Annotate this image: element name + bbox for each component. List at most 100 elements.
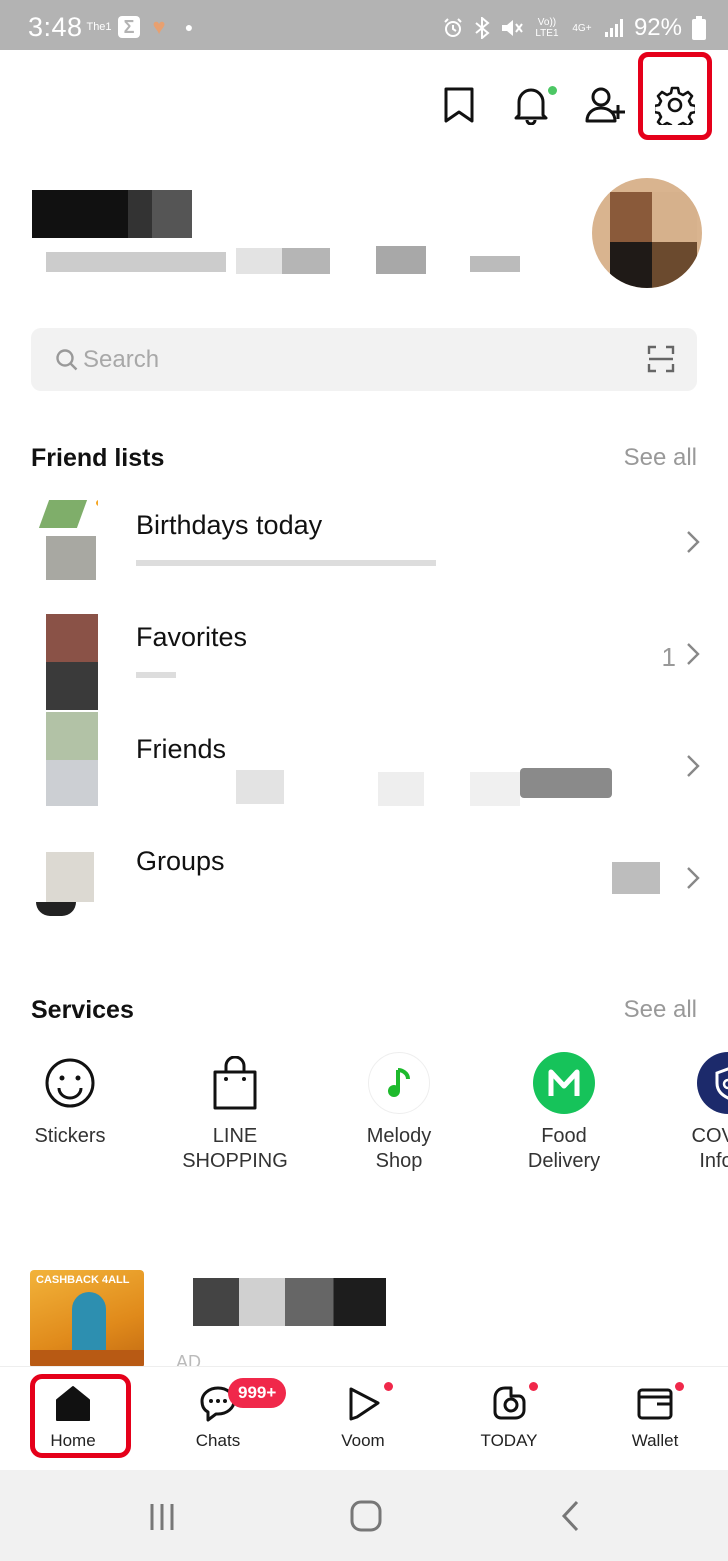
back-chevron-icon	[561, 1500, 579, 1532]
today-icon	[487, 1381, 531, 1425]
friend-list-label: Friends	[136, 734, 227, 764]
nav-label: Chats	[195, 1431, 241, 1450]
service-line-shopping[interactable]: LINE SHOPPING	[170, 1052, 300, 1174]
nav-label: Voom	[341, 1431, 385, 1450]
ad-banner[interactable]: CASHBACK 4ALL AD	[0, 1268, 728, 1368]
services-title: Services	[31, 996, 134, 1024]
signal-icon	[604, 18, 624, 38]
service-melody-shop[interactable]: Melody Shop	[334, 1052, 464, 1174]
smiley-icon	[39, 1052, 101, 1114]
search-icon	[56, 349, 78, 371]
status-time: 3:48	[28, 12, 83, 42]
friend-list-item-groups[interactable]: Groups	[0, 824, 728, 932]
chevron-right-icon	[687, 755, 700, 777]
bell-icon	[514, 88, 548, 125]
bluetooth-icon	[474, 17, 490, 39]
service-label: Food Delivery	[527, 1125, 601, 1172]
notification-dot	[548, 86, 557, 95]
add-friend-button[interactable]	[580, 80, 630, 130]
mute-icon	[500, 17, 524, 39]
chats-unread-badge: 999+	[228, 1378, 287, 1408]
friend-lists-title: Friend lists	[31, 444, 165, 472]
bookmark-button[interactable]	[434, 80, 484, 130]
system-navigation-bar	[0, 1470, 728, 1561]
redact-block	[376, 246, 426, 274]
friend-list-item-birthdays[interactable]: Birthdays today	[0, 488, 728, 596]
profile-avatar[interactable]	[592, 178, 702, 288]
add-friend-icon	[585, 87, 625, 123]
nav-wallet[interactable]: Wallet	[605, 1381, 705, 1451]
home-highlight-box	[30, 1374, 131, 1458]
search-input[interactable]	[83, 342, 643, 378]
search-bar[interactable]	[31, 328, 697, 391]
today-new-dot	[529, 1382, 538, 1391]
nav-label: Wallet	[631, 1431, 679, 1450]
service-label: LINE SHOPPING	[182, 1125, 288, 1172]
ad-title-redacted	[176, 1278, 386, 1326]
service-stickers[interactable]: Stickers	[5, 1052, 135, 1149]
friend-list-subtext-redacted	[136, 662, 596, 680]
wallet-new-dot	[675, 1382, 684, 1391]
profile-name-redacted[interactable]	[32, 190, 192, 238]
nav-today[interactable]: TODAY	[459, 1381, 559, 1451]
notification-icons: The1 Σ ♥ ●	[86, 14, 200, 39]
friends-thumbnail	[32, 712, 98, 806]
chevron-right-icon	[687, 867, 700, 889]
shopping-bag-icon	[204, 1052, 266, 1114]
voom-new-dot	[384, 1382, 393, 1391]
ad-image: CASHBACK 4ALL	[30, 1270, 144, 1368]
nav-voom[interactable]: Voom	[313, 1381, 413, 1451]
recent-apps-icon	[150, 1504, 174, 1530]
alarm-icon	[442, 17, 464, 39]
home-system-button[interactable]	[346, 1496, 386, 1536]
birthday-thumbnail	[32, 500, 98, 580]
battery-icon	[692, 16, 706, 40]
qr-scan-icon[interactable]	[647, 345, 675, 373]
network-gen-label: 4G+	[572, 22, 592, 34]
redact-block	[282, 248, 330, 274]
friend-list-label: Birthdays today	[136, 510, 323, 540]
friend-list-label: Groups	[136, 846, 225, 876]
service-food-delivery[interactable]: Food Delivery	[499, 1052, 629, 1174]
nav-label: TODAY	[480, 1431, 538, 1450]
app-notification-icon: The1	[86, 21, 112, 33]
friend-lists-see-all[interactable]: See all	[624, 444, 697, 472]
play-icon	[341, 1381, 385, 1425]
status-bar: 3:48 The1 Σ ♥ ● Vo)) LTE1 4G+ 92%	[0, 0, 728, 50]
redact-block	[46, 252, 226, 272]
groups-thumbnail	[32, 852, 98, 916]
friend-list-count: 1	[661, 642, 676, 672]
volte-label: Vo)) LTE1	[535, 17, 559, 39]
services-row: Stickers LINE SHOPPING Melody Shop Food …	[0, 1052, 728, 1192]
friend-list-label: Favorites	[136, 622, 248, 652]
friend-list-item-friends[interactable]: Friends	[0, 712, 728, 820]
dot-icon: ●	[184, 19, 194, 35]
shield-icon	[697, 1052, 728, 1114]
redact-block	[470, 256, 520, 272]
status-right: Vo)) LTE1 4G+ 92%	[442, 14, 706, 42]
notifications-button[interactable]	[506, 80, 557, 130]
settings-highlight-box	[638, 52, 712, 140]
favorites-thumbnail	[32, 614, 98, 710]
top-actions	[0, 70, 728, 140]
chevron-right-icon	[687, 531, 700, 553]
chevron-right-icon	[687, 643, 700, 665]
bookmark-icon	[444, 87, 474, 123]
service-covid-info[interactable]: COVI Info	[664, 1052, 728, 1174]
heart-icon: ♥	[152, 14, 166, 39]
friend-list-item-favorites[interactable]: Favorites 1	[0, 600, 728, 710]
ad-image-text: CASHBACK 4ALL	[36, 1274, 130, 1286]
service-label: Melody Shop	[366, 1125, 432, 1172]
service-label: Stickers	[34, 1125, 106, 1147]
friend-list-subtext-redacted	[136, 550, 596, 568]
battery-percent: 92%	[633, 14, 682, 41]
home-circle-icon	[350, 1500, 382, 1532]
recent-apps-button[interactable]	[142, 1496, 182, 1536]
back-button[interactable]	[550, 1496, 590, 1536]
music-note-icon	[368, 1052, 430, 1114]
wallet-icon	[633, 1381, 677, 1425]
service-label: COVI Info	[691, 1125, 728, 1172]
services-see-all[interactable]: See all	[624, 996, 697, 1024]
profile-status-redacted	[30, 246, 520, 276]
sigma-icon: Σ	[118, 16, 140, 38]
